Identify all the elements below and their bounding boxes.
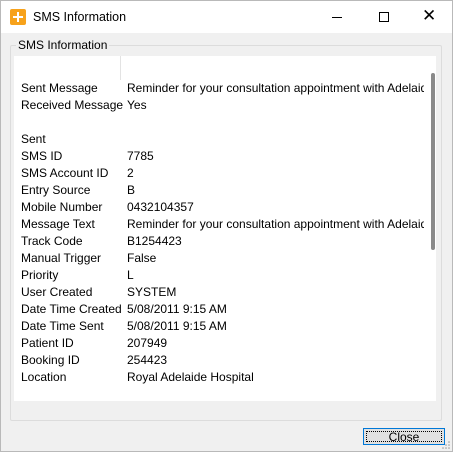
list-item[interactable]: Location Royal Adelaide Hospital — [14, 369, 424, 386]
maximize-icon — [379, 12, 389, 22]
list-item[interactable]: Date Time Created 5/08/2011 9:15 AM — [14, 301, 424, 318]
row-value: B1254423 — [127, 234, 182, 248]
row-label: Booking ID — [21, 353, 80, 367]
row-value: SYSTEM — [127, 285, 177, 299]
row-label: Priority — [21, 268, 59, 282]
row-value: 254423 — [127, 353, 168, 367]
list-item[interactable]: Priority L — [14, 267, 424, 284]
list-item[interactable]: SMS ID 7785 — [14, 148, 424, 165]
row-label: Sent — [21, 132, 46, 146]
row-value: Reminder for your consultation appointme… — [127, 217, 424, 231]
row-label: Sent Message — [21, 81, 98, 95]
list-item[interactable]: Sent Message Reminder for your consultat… — [14, 80, 424, 97]
row-value: 5/08/2011 9:15 AM — [127, 319, 227, 333]
close-icon: ✕ — [422, 6, 437, 26]
list-item[interactable]: Sent — [14, 131, 424, 148]
row-value: 0432104357 — [127, 200, 194, 214]
row-value: 7785 — [127, 149, 154, 163]
row-value: 2 — [127, 166, 134, 180]
minimize-button[interactable] — [315, 1, 361, 33]
row-value: Yes — [127, 98, 147, 112]
list-item[interactable]: SMS Account ID 2 — [14, 165, 424, 182]
list-item[interactable]: Entry Source B — [14, 182, 424, 199]
row-label: Location — [21, 370, 67, 384]
list-item[interactable]: Patient ID 207949 — [14, 335, 424, 352]
row-value: 207949 — [127, 336, 168, 350]
app-plus-icon — [10, 9, 26, 25]
list-item[interactable]: Track Code B1254423 — [14, 233, 424, 250]
row-label: SMS Account ID — [21, 166, 109, 180]
property-list-panel[interactable]: Sent Message Reminder for your consultat… — [14, 56, 436, 401]
column-divider — [120, 56, 121, 80]
sms-information-window: SMS Information ✕ SMS Information Sent M… — [0, 0, 453, 452]
list-item[interactable]: Mobile Number 0432104357 — [14, 199, 424, 216]
row-value: False — [127, 251, 157, 265]
row-label: Date Time Sent — [21, 319, 104, 333]
list-item[interactable]: Received Message Yes — [14, 97, 424, 114]
title-bar[interactable]: SMS Information ✕ — [1, 1, 452, 33]
row-label: Patient ID — [21, 336, 74, 350]
list-item[interactable]: Manual Trigger False — [14, 250, 424, 267]
maximize-button[interactable] — [361, 1, 407, 33]
list-item[interactable]: Booking ID 254423 — [14, 352, 424, 369]
minimize-icon — [332, 17, 342, 18]
window-title: SMS Information — [33, 10, 127, 24]
close-window-button[interactable]: ✕ — [406, 1, 452, 33]
vertical-scrollbar[interactable] — [431, 73, 435, 250]
row-label: Message Text — [21, 217, 95, 231]
list-item[interactable]: Message Text Reminder for your consultat… — [14, 216, 424, 233]
row-value: 5/08/2011 9:15 AM — [127, 302, 227, 316]
row-label: Entry Source — [21, 183, 91, 197]
group-legend: SMS Information — [16, 38, 110, 52]
row-label: Manual Trigger — [21, 251, 102, 265]
list-item[interactable]: User Created SYSTEM — [14, 284, 424, 301]
row-label: Received Message — [21, 98, 124, 112]
row-value: Royal Adelaide Hospital — [127, 370, 254, 384]
row-label: Mobile Number — [21, 200, 103, 214]
list-item[interactable]: Date Time Sent 5/08/2011 9:15 AM — [14, 318, 424, 335]
row-label: SMS ID — [21, 149, 63, 163]
row-value: L — [127, 268, 134, 282]
row-value: B — [127, 183, 136, 197]
row-label: User Created — [21, 285, 93, 299]
row-label: Date Time Created — [21, 302, 122, 316]
row-label: Track Code — [21, 234, 83, 248]
resize-grip-icon[interactable] — [442, 441, 450, 449]
row-value: Reminder for your consultation appointme… — [127, 81, 424, 95]
close-button[interactable]: Close — [363, 428, 445, 445]
